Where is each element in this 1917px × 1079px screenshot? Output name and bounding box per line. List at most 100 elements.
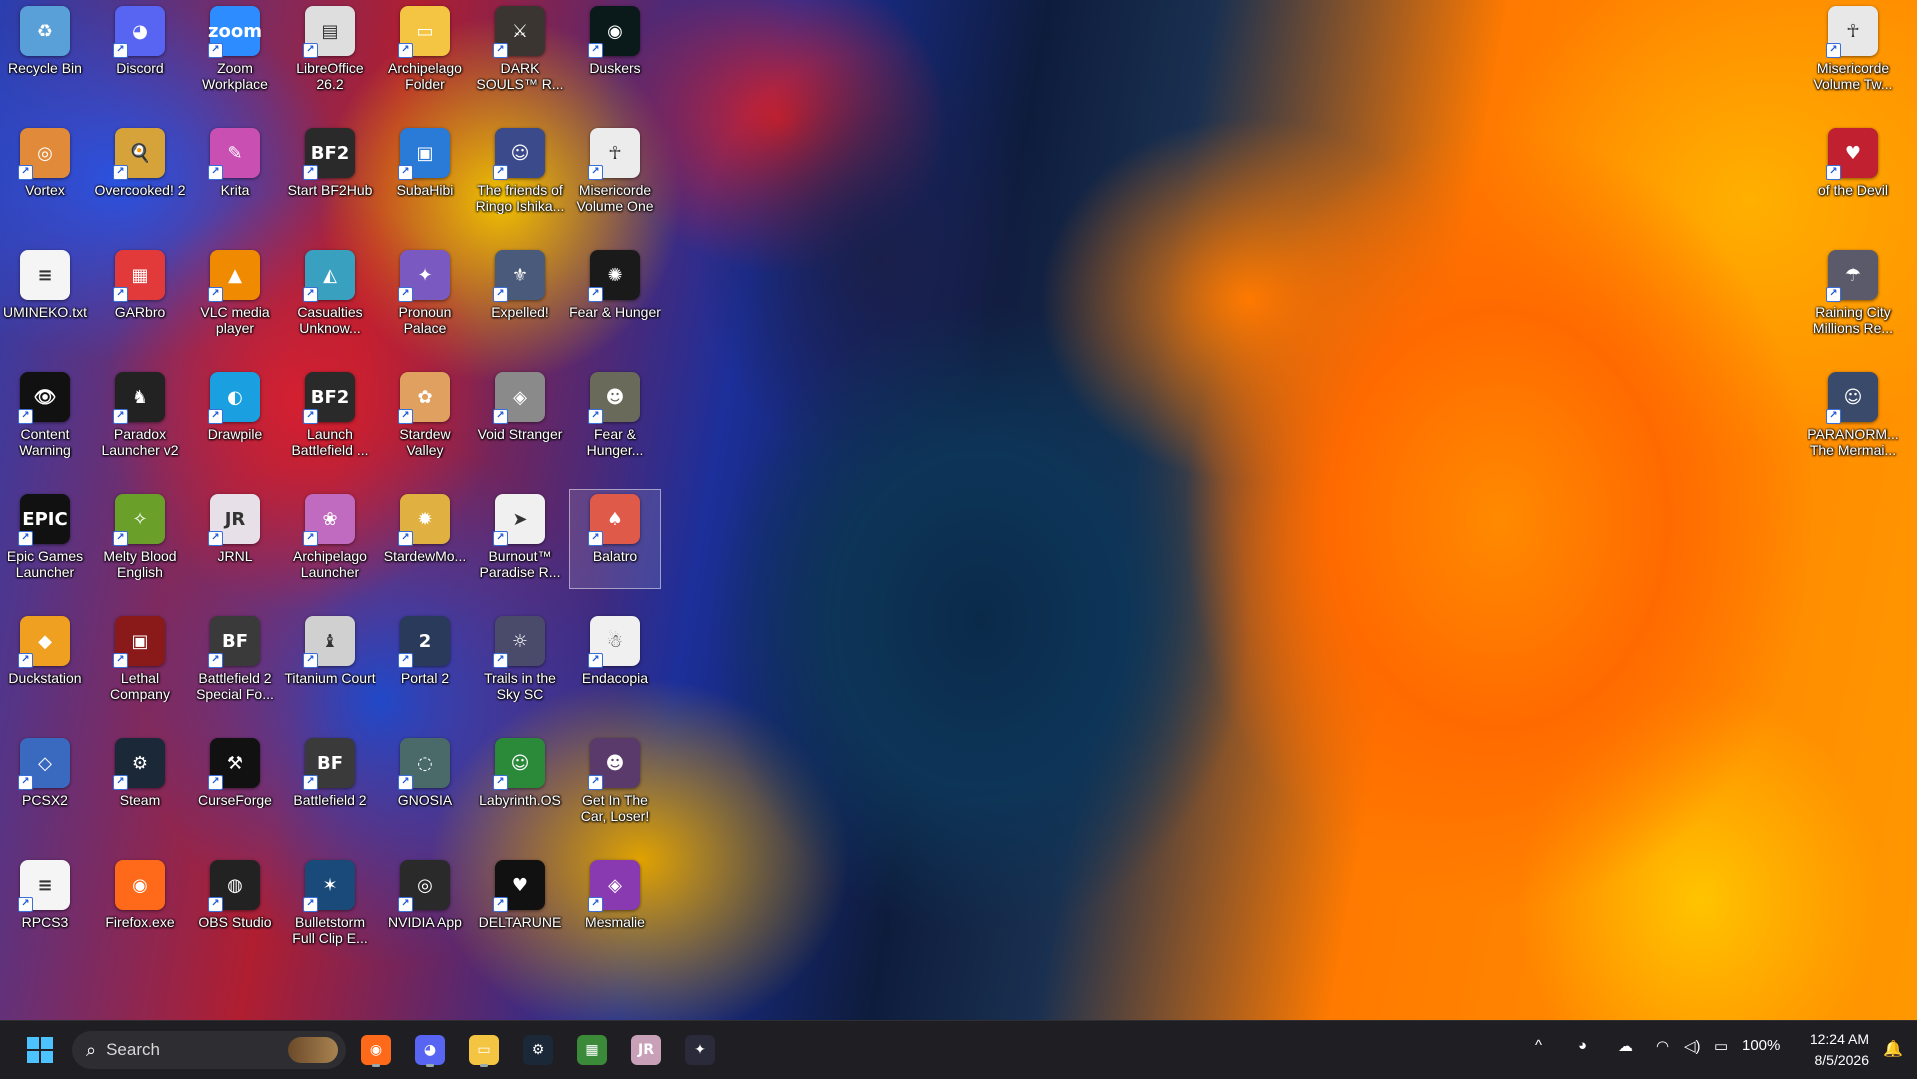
desktop-icon[interactable]: ☻ ↗ Fear & Hunger...	[570, 368, 660, 466]
desktop-icon[interactable]: ♠ ↗ Balatro	[569, 489, 661, 589]
desktop-icon[interactable]: ☼ ↗ Trails in the Sky SC	[475, 612, 565, 710]
desktop-icon[interactable]: BF ↗ Battlefield 2 Special Fo...	[190, 612, 280, 710]
expelled-icon: ⚜ ↗	[493, 250, 545, 302]
desktop-icon[interactable]: ◕ ↗ Discord	[95, 2, 185, 100]
desktop-icon[interactable]: ▣ ↗ Lethal Company	[95, 612, 185, 710]
jrnl-taskbar[interactable]: JR	[626, 1030, 666, 1070]
desktop-icon[interactable]: ▲ ↗ VLC media player	[190, 246, 280, 344]
battery-percentage[interactable]: 100%	[1742, 1037, 1780, 1054]
firefox-taskbar[interactable]: ◉	[356, 1030, 396, 1070]
discord-icon: ◕ ↗	[113, 6, 165, 58]
desktop-icon[interactable]: ≡ ↗ RPCS3	[0, 856, 90, 954]
desktop-icon[interactable]: ◈ ↗ Mesmalie	[570, 856, 660, 954]
desktop-icon[interactable]: ☺ ↗ PARANORM... The Mermai...	[1807, 368, 1899, 466]
desktop-icon[interactable]: 2 ↗ Portal 2	[380, 612, 470, 710]
file-explorer-taskbar[interactable]: ▭	[464, 1030, 504, 1070]
desktop-icon[interactable]: 🍳 ↗ Overcooked! 2	[94, 124, 186, 222]
discord-taskbar[interactable]: ◕	[410, 1030, 450, 1070]
desktop-icon-label: Mesmalie	[585, 914, 645, 930]
discord-tray-icon[interactable]: ◕	[1578, 1037, 1587, 1054]
archipelago-launcher-icon: ❀ ↗	[303, 494, 355, 546]
desktop-icon[interactable]: ✹ ↗ StardewMo...	[380, 490, 470, 588]
desktop-icon[interactable]: ✦ ↗ Pronoun Palace	[380, 246, 470, 344]
desktop-icon[interactable]: ◍ ↗ OBS Studio	[190, 856, 280, 954]
minecraft-taskbar[interactable]: ▦	[572, 1030, 612, 1070]
shortcut-arrow-icon: ↗	[18, 653, 33, 668]
clock-time[interactable]: 12:24 AM	[1810, 1031, 1869, 1047]
desktop-icon[interactable]: ⚙ ↗ Steam	[95, 734, 185, 832]
desktop-icon[interactable]: ◭ ↗ Casualties Unknow...	[285, 246, 375, 344]
battery-icon[interactable]: ▭	[1714, 1037, 1728, 1055]
desktop-icon-label: Expelled!	[491, 304, 549, 320]
desktop-icon[interactable]: ♥ ↗ of the Devil	[1808, 124, 1898, 222]
desktop-icon-label: Lethal Company	[110, 670, 170, 702]
steam-taskbar[interactable]: ⚙	[518, 1030, 558, 1070]
desktop-icon[interactable]: ▦ ↗ GARbro	[95, 246, 185, 344]
desktop-icon[interactable]: ♞ ↗ Paradox Launcher v2	[95, 368, 185, 466]
overcooked-icon: 🍳 ↗	[113, 128, 165, 180]
desktop-icon[interactable]: JR ↗ JRNL	[190, 490, 280, 588]
desktop-icon[interactable]: EPIC ↗ Epic Games Launcher	[0, 490, 90, 588]
desktop-icon[interactable]: ▤ ↗ LibreOffice 26.2	[285, 2, 375, 100]
desktop-icon[interactable]: ➤ ↗ Burnout™ Paradise R...	[475, 490, 565, 588]
desktop-icon[interactable]: ⚜ ↗ Expelled!	[475, 246, 565, 344]
desktop-icon[interactable]: ◈ ↗ Void Stranger	[475, 368, 565, 466]
desktop-icon[interactable]: ⚒ ↗ CurseForge	[190, 734, 280, 832]
notification-bell-icon[interactable]: 🔔	[1883, 1039, 1903, 1059]
desktop-icon[interactable]: ☺ ↗ The friends of Ringo Ishika...	[475, 124, 565, 222]
desktop-icon[interactable]: ☻ ↗ Get In The Car, Loser!	[570, 734, 660, 832]
wifi-icon[interactable]: ◠	[1656, 1037, 1669, 1055]
lethal-company-icon: ▣ ↗	[113, 616, 165, 668]
desktop-icon[interactable]: ✺ ↗ Fear & Hunger	[569, 246, 661, 344]
desktop-icon[interactable]: ▣ ↗ SubaHibi	[380, 124, 470, 222]
desktop-icon[interactable]: ⚔ ↗ DARK SOULS™ R...	[475, 2, 565, 100]
desktop-icon[interactable]: ◎ ↗ NVIDIA App	[380, 856, 470, 954]
desktop-icon[interactable]: ✎ ↗ Krita	[190, 124, 280, 222]
desktop-icon[interactable]: ◎ ↗ Vortex	[0, 124, 90, 222]
shortcut-arrow-icon: ↗	[113, 287, 128, 302]
void-stranger-icon: ◈ ↗	[493, 372, 545, 424]
desktop-icon[interactable]: ☥ ↗ Misericorde Volume One	[570, 124, 660, 222]
desktop-icon[interactable]: BF ↗ Battlefield 2	[285, 734, 375, 832]
desktop-icon[interactable]: ◇ ↗ PCSX2	[0, 734, 90, 832]
start-button[interactable]	[20, 1030, 60, 1070]
desktop-icon[interactable]: ☺ ↗ Labyrinth.OS	[475, 734, 565, 832]
desktop-icon[interactable]: BF2 ↗ Start BF2Hub	[285, 124, 375, 222]
titanium-court-icon: ♝ ↗	[303, 616, 355, 668]
desktop-icon[interactable]: ♝ ↗ Titanium Court	[284, 612, 376, 710]
desktop-icon[interactable]: ✧ ↗ Melty Blood English	[95, 490, 185, 588]
desktop-icon[interactable]: ✶ ↗ Bulletstorm Full Clip E...	[285, 856, 375, 954]
taskbar-search[interactable]: ⌕ Search	[72, 1031, 346, 1069]
shortcut-arrow-icon: ↗	[588, 409, 603, 424]
desktop-icon[interactable]: ◆ ↗ Duckstation	[0, 612, 90, 710]
desktop-icon[interactable]: ☂ ↗ Raining City Millions Re...	[1808, 246, 1898, 344]
garbro-icon: ▦ ↗	[113, 250, 165, 302]
desktop-icon[interactable]: 👁 ↗ Content Warning	[0, 368, 90, 466]
desktop-icon[interactable]: ▭ ↗ Archipelago Folder	[380, 2, 470, 100]
shortcut-arrow-icon: ↗	[493, 287, 508, 302]
desktop-icon-label: Zoom Workplace	[202, 60, 268, 92]
shortcut-arrow-icon: ↗	[303, 165, 318, 180]
show-hidden-icons-chevron[interactable]: ^	[1535, 1037, 1542, 1054]
desktop-icon[interactable]: zoom ↗ Zoom Workplace	[190, 2, 280, 100]
desktop-icon[interactable]: ≡ UMINEKO.txt	[0, 246, 90, 344]
desktop-icon-label: Archipelago Folder	[388, 60, 462, 92]
desktop-icon[interactable]: ❀ ↗ Archipelago Launcher	[285, 490, 375, 588]
desktop-icon[interactable]: ☃ ↗ Endacopia	[570, 612, 660, 710]
desktop-icon-label: Misericorde Volume Tw...	[1813, 60, 1893, 92]
desktop-icon[interactable]: ♻ Recycle Bin	[0, 2, 90, 100]
balatro-icon: ♠ ↗	[588, 494, 640, 546]
desktop-icon[interactable]: ◌ ↗ GNOSIA	[380, 734, 470, 832]
desktop-icon[interactable]: ◉ ↗ Duskers	[570, 2, 660, 100]
clock-date[interactable]: 8/5/2026	[1815, 1052, 1870, 1068]
desktop-icon[interactable]: BF2 ↗ Launch Battlefield ...	[285, 368, 375, 466]
desktop-icon-label: Titanium Court	[284, 670, 376, 686]
onedrive-tray-icon[interactable]: ☁	[1618, 1037, 1633, 1055]
desktop-icon[interactable]: ♥ ↗ DELTARUNE	[475, 856, 565, 954]
desktop-icon[interactable]: ✿ ↗ Stardew Valley	[380, 368, 470, 466]
desktop-icon[interactable]: ◉ Firefox.exe	[95, 856, 185, 954]
desktop-icon[interactable]: ☥ ↗ Misericorde Volume Tw...	[1808, 2, 1898, 100]
pronoun-palace-taskbar[interactable]: ✦	[680, 1030, 720, 1070]
desktop-icon[interactable]: ◐ ↗ Drawpile	[190, 368, 280, 466]
volume-icon[interactable]: ◁)	[1684, 1037, 1701, 1055]
